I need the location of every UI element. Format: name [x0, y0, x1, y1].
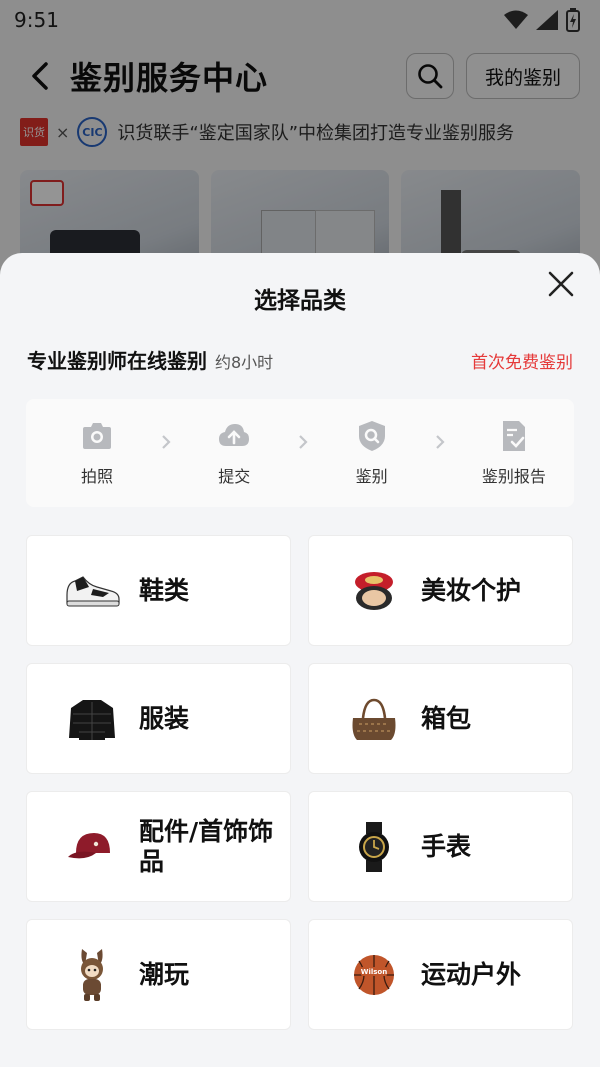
category-label: 手表 — [421, 831, 472, 861]
step-photo: 拍照 — [62, 419, 132, 487]
chevron-right-icon — [161, 435, 171, 449]
category-label: 美妆个护 — [421, 575, 522, 605]
category-card-shoes[interactable]: 鞋类 — [26, 535, 291, 646]
category-label: 配件/首饰饰品 — [139, 816, 274, 876]
category-card-clothing[interactable]: 服装 — [26, 663, 291, 774]
category-card-accessories[interactable]: 配件/首饰饰品 — [26, 791, 291, 902]
service-title: 专业鉴别师在线鉴别 — [27, 349, 207, 373]
category-grid: 鞋类 美妆个护 服装 箱包 配件/首饰饰品 手表 潮玩 Wilson 运动户外 — [0, 535, 600, 1030]
free-first-badge: 首次免费鉴别 — [471, 353, 573, 373]
step-label: 提交 — [218, 467, 251, 486]
category-card-beauty[interactable]: 美妆个护 — [308, 535, 573, 646]
category-bottom-sheet: 选择品类 专业鉴别师在线鉴别 约8小时 首次免费鉴别 拍照 提交 鉴别 鉴别报告 — [0, 253, 600, 1067]
step-label: 鉴别 — [355, 467, 388, 486]
category-label: 潮玩 — [139, 959, 190, 989]
category-card-watches[interactable]: 手表 — [308, 791, 573, 902]
step-report: 鉴别报告 — [474, 419, 554, 487]
sneaker-icon — [63, 562, 121, 620]
service-time: 约8小时 — [215, 353, 274, 372]
category-label: 运动户外 — [421, 959, 522, 989]
category-card-sports[interactable]: Wilson 运动户外 — [308, 919, 573, 1030]
category-card-toys[interactable]: 潮玩 — [26, 919, 291, 1030]
chevron-right-icon — [299, 435, 308, 449]
handbag-icon — [345, 690, 403, 748]
process-steps: 拍照 提交 鉴别 鉴别报告 — [26, 399, 574, 507]
cloud-upload-icon — [219, 424, 250, 446]
cap-icon — [63, 818, 121, 876]
sheet-header: 选择品类 — [0, 253, 600, 343]
step-authenticate: 鉴别 — [337, 419, 407, 487]
basketball-icon: Wilson — [345, 946, 403, 1004]
category-label: 服装 — [139, 703, 190, 733]
category-label: 鞋类 — [139, 575, 190, 605]
service-info-row: 专业鉴别师在线鉴别 约8小时 首次免费鉴别 — [0, 345, 600, 387]
cosmetics-icon — [345, 562, 403, 620]
chevron-right-icon — [436, 435, 445, 449]
toy-icon — [63, 946, 121, 1004]
svg-text:Wilson: Wilson — [361, 968, 387, 976]
shield-search-icon — [358, 421, 385, 451]
step-submit: 提交 — [199, 419, 269, 487]
jacket-icon — [63, 690, 121, 748]
step-label: 拍照 — [80, 467, 113, 486]
sheet-title: 选择品类 — [254, 288, 346, 314]
category-card-bags[interactable]: 箱包 — [308, 663, 573, 774]
step-label: 鉴别报告 — [481, 467, 546, 486]
close-icon[interactable] — [546, 269, 576, 299]
camera-icon — [83, 423, 111, 449]
category-label: 箱包 — [421, 703, 472, 733]
watch-icon — [345, 818, 403, 876]
report-check-icon — [502, 421, 525, 451]
